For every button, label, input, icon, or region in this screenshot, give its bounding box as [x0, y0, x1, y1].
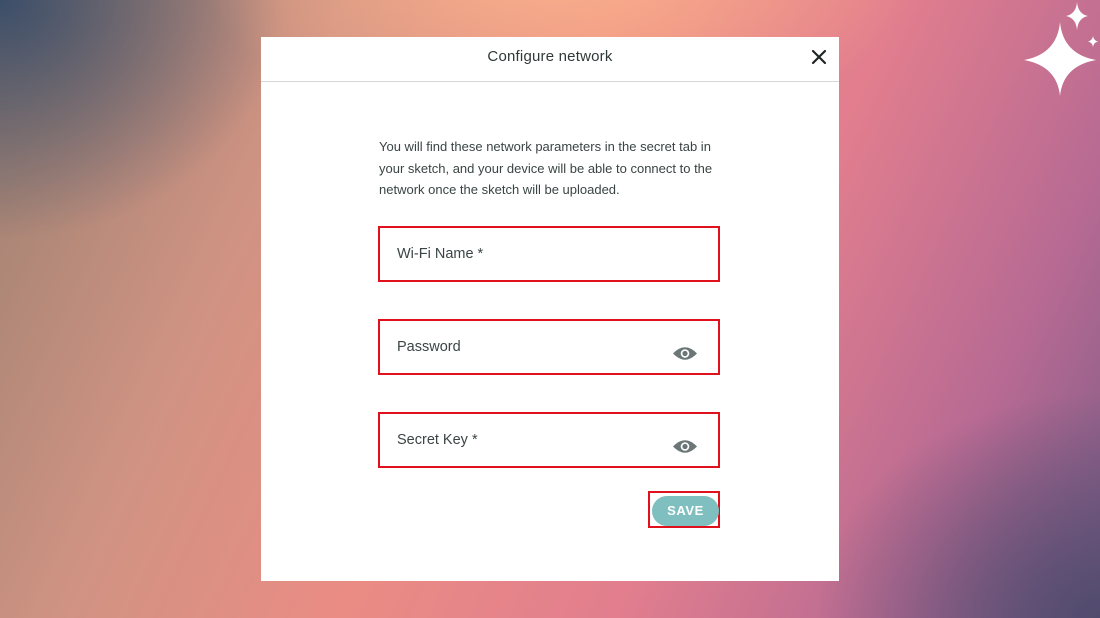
secret-key-field[interactable]: Secret Key * [378, 412, 720, 468]
password-input[interactable] [396, 335, 670, 363]
close-icon[interactable] [809, 47, 829, 67]
dialog-description: You will find these network parameters i… [379, 139, 713, 197]
eye-icon[interactable] [672, 345, 698, 362]
save-button[interactable]: SAVE [652, 496, 719, 526]
wifi-name-field[interactable]: Wi-Fi Name * [378, 226, 720, 282]
configure-network-dialog: Configure network You will find these ne… [261, 37, 839, 581]
password-field[interactable]: Password [378, 319, 720, 375]
eye-icon[interactable] [672, 438, 698, 455]
wifi-name-input[interactable] [396, 242, 670, 270]
dialog-title: Configure network [487, 48, 613, 65]
dialog-header: Configure network [261, 37, 839, 82]
secret-key-input[interactable] [396, 428, 670, 456]
sparkle-icon [1024, 2, 1098, 96]
